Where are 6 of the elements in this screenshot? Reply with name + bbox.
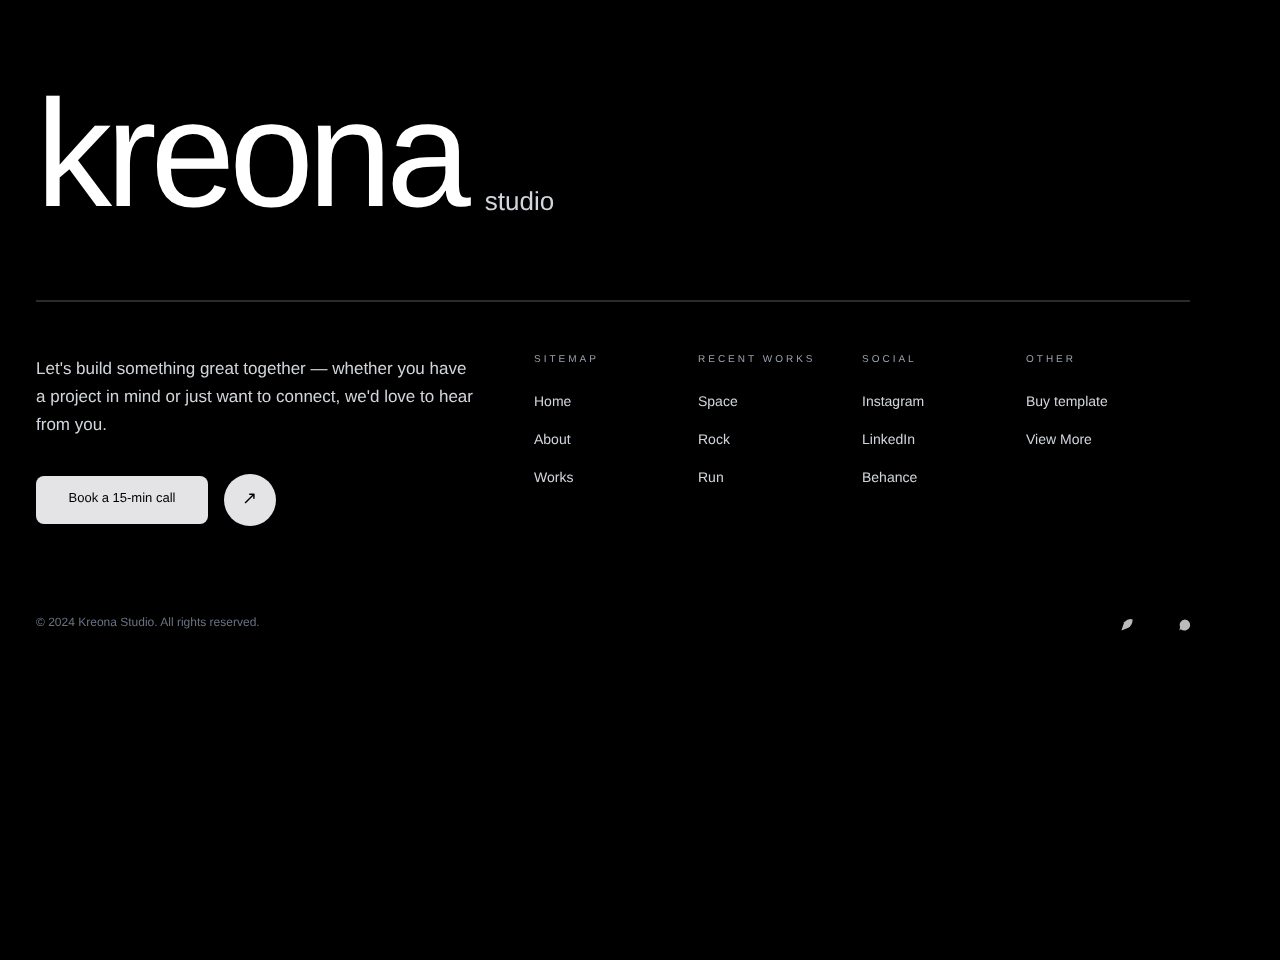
intro-text: Let's build something great together — whether you have a project in mind or just want to connect, we'd love to hear from you. [36,356,475,438]
logo-suffix: studio [484,183,555,219]
chat-bubble-icon[interactable] [1178,618,1192,632]
arrow-button[interactable]: ↗ [224,474,276,526]
logo: kreona [36,76,469,236]
leaf-icon[interactable] [1120,618,1134,632]
